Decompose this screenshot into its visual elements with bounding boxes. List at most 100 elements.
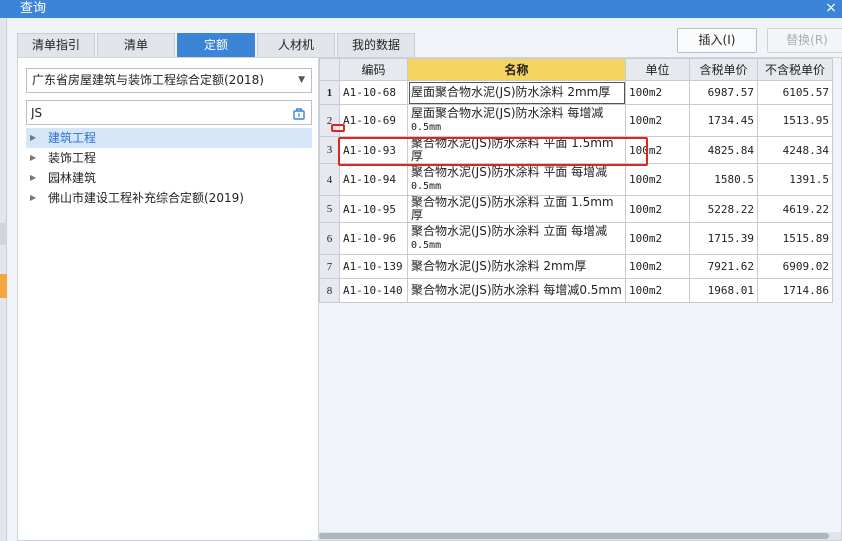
table-row[interactable]: 2 A1-10-69 屋面聚合物水泥(JS)防水涂料 每增减 0.5mm 100m… bbox=[319, 104, 833, 137]
tree-item-foshan-supplement[interactable]: ▶ 佛山市建设工程补充综合定额(2019) bbox=[26, 188, 312, 208]
cell-notax-price[interactable]: 4619.22 bbox=[757, 195, 833, 223]
cell-name[interactable]: 聚合物水泥(JS)防水涂料 立面 1.5mm厚 bbox=[407, 195, 626, 223]
cell-unit[interactable]: 100m2 bbox=[625, 80, 690, 105]
cell-code[interactable]: A1-10-68 bbox=[339, 80, 408, 105]
cell-notax-price[interactable]: 6105.57 bbox=[757, 80, 833, 105]
triangle-right-icon[interactable]: ▶ bbox=[30, 128, 36, 148]
cell-name[interactable]: 屋面聚合物水泥(JS)防水涂料 2mm厚 bbox=[407, 80, 626, 105]
cell-name-text: 聚合物水泥(JS)防水涂料 平面 每增减 bbox=[411, 165, 608, 179]
cell-unit[interactable]: 100m2 bbox=[625, 254, 690, 279]
cell-unit[interactable]: 100m2 bbox=[625, 195, 690, 223]
tree-item-label: 佛山市建设工程补充综合定额(2019) bbox=[48, 191, 244, 205]
row-number: 1 bbox=[319, 80, 340, 105]
cell-tax-price[interactable]: 1734.45 bbox=[689, 104, 758, 137]
column-header-code[interactable]: 编码 bbox=[339, 58, 408, 81]
cell-name[interactable]: 聚合物水泥(JS)防水涂料 平面 每增减 0.5mm bbox=[407, 163, 626, 196]
cell-code[interactable]: A1-10-96 bbox=[339, 222, 408, 255]
tree-item-label: 园林建筑 bbox=[48, 171, 97, 185]
background-strip-mark bbox=[0, 223, 7, 245]
column-header-name[interactable]: 名称 bbox=[407, 58, 626, 81]
cell-tax-price[interactable]: 6987.57 bbox=[689, 80, 758, 105]
cell-name[interactable]: 聚合物水泥(JS)防水涂料 每增减0.5mm bbox=[407, 278, 626, 303]
tab-bill-guide[interactable]: 清单指引 bbox=[17, 33, 95, 57]
left-pane: 广东省房屋建筑与装饰工程综合定额(2018) ▼ ▶ 建筑工程 ▶ 装 bbox=[17, 57, 319, 541]
cell-name-sub: 0.5mm bbox=[411, 240, 442, 251]
row-number-header bbox=[319, 58, 340, 81]
table-row[interactable]: 6 A1-10-96 聚合物水泥(JS)防水涂料 立面 每增减 0.5mm 100… bbox=[319, 222, 833, 255]
row-number: 7 bbox=[319, 254, 340, 279]
cell-code[interactable]: A1-10-140 bbox=[339, 278, 408, 303]
table-row[interactable]: 7 A1-10-139 聚合物水泥(JS)防水涂料 2mm厚 100m2 792… bbox=[319, 254, 833, 279]
cell-name-text: 屋面聚合物水泥(JS)防水涂料 2mm厚 bbox=[411, 85, 611, 99]
quota-library-value: 广东省房屋建筑与装饰工程综合定额(2018) bbox=[32, 73, 264, 87]
table-row[interactable]: 1 A1-10-68 屋面聚合物水泥(JS)防水涂料 2mm厚 100m2 69… bbox=[319, 80, 833, 105]
cell-name[interactable]: 屋面聚合物水泥(JS)防水涂料 每增减 0.5mm bbox=[407, 104, 626, 137]
triangle-right-icon[interactable]: ▶ bbox=[30, 148, 36, 168]
column-header-unit[interactable]: 单位 bbox=[625, 58, 690, 81]
chevron-down-icon[interactable]: ▼ bbox=[298, 69, 305, 92]
tab-quota[interactable]: 定额 bbox=[177, 33, 255, 57]
table-row[interactable]: 4 A1-10-94 聚合物水泥(JS)防水涂料 平面 每增减 0.5mm 100… bbox=[319, 163, 833, 196]
cell-notax-price[interactable]: 1515.89 bbox=[757, 222, 833, 255]
background-app-strip bbox=[0, 18, 7, 541]
cell-name-text: 聚合物水泥(JS)防水涂料 立面 1.5mm厚 bbox=[411, 195, 614, 222]
tree-item-label: 装饰工程 bbox=[48, 151, 97, 165]
background-strip-mark-active bbox=[0, 274, 7, 298]
cell-tax-price[interactable]: 7921.62 bbox=[689, 254, 758, 279]
cell-notax-price[interactable]: 4248.34 bbox=[757, 136, 833, 164]
row-number: 3 bbox=[319, 136, 340, 164]
cell-unit[interactable]: 100m2 bbox=[625, 222, 690, 255]
table-row[interactable]: 8 A1-10-140 聚合物水泥(JS)防水涂料 每增减0.5mm 100m2… bbox=[319, 278, 833, 303]
tab-my-data[interactable]: 我的数据 bbox=[337, 33, 415, 57]
annotation-highlight-box bbox=[338, 137, 648, 166]
tree-item-garden[interactable]: ▶ 园林建筑 bbox=[26, 168, 312, 188]
quota-grid-pane: 编码 名称 单位 含税单价 不含税单价 1 A1-10-68 屋面聚合物水泥(J… bbox=[318, 57, 842, 541]
cell-tax-price[interactable]: 4825.84 bbox=[689, 136, 758, 164]
triangle-right-icon[interactable]: ▶ bbox=[30, 168, 36, 188]
quota-library-select[interactable]: 广东省房屋建筑与装饰工程综合定额(2018) ▼ bbox=[26, 68, 312, 93]
scrollbar-thumb[interactable] bbox=[319, 533, 829, 539]
cell-notax-price[interactable]: 1513.95 bbox=[757, 104, 833, 137]
query-dialog: 查询 × 清单指引 清单 定额 人材机 我的数据 插入(I) 替换(R) 广东省… bbox=[0, 0, 842, 541]
tree-item-decoration[interactable]: ▶ 装饰工程 bbox=[26, 148, 312, 168]
cell-name-text: 聚合物水泥(JS)防水涂料 每增减0.5mm bbox=[411, 283, 622, 297]
cell-name-sub: 0.5mm bbox=[411, 122, 442, 133]
cell-tax-price[interactable]: 1715.39 bbox=[689, 222, 758, 255]
cell-tax-price[interactable]: 1968.01 bbox=[689, 278, 758, 303]
cell-unit[interactable]: 100m2 bbox=[625, 104, 690, 137]
annotation-mark bbox=[331, 124, 345, 132]
dialog-body: 清单指引 清单 定额 人材机 我的数据 插入(I) 替换(R) 广东省房屋建筑与… bbox=[9, 22, 842, 541]
cell-unit[interactable]: 100m2 bbox=[625, 278, 690, 303]
search-box[interactable] bbox=[26, 100, 312, 125]
replace-button[interactable]: 替换(R) bbox=[767, 28, 842, 53]
insert-button[interactable]: 插入(I) bbox=[677, 28, 757, 53]
cell-notax-price[interactable]: 1391.5 bbox=[757, 163, 833, 196]
cell-tax-price[interactable]: 5228.22 bbox=[689, 195, 758, 223]
cell-code[interactable]: A1-10-139 bbox=[339, 254, 408, 279]
tree-item-label: 建筑工程 bbox=[48, 131, 97, 145]
tree-item-building[interactable]: ▶ 建筑工程 bbox=[26, 128, 312, 148]
cell-name[interactable]: 聚合物水泥(JS)防水涂料 2mm厚 bbox=[407, 254, 626, 279]
cell-name-text: 聚合物水泥(JS)防水涂料 2mm厚 bbox=[411, 259, 587, 273]
cell-unit[interactable]: 100m2 bbox=[625, 163, 690, 196]
cell-tax-price[interactable]: 1580.5 bbox=[689, 163, 758, 196]
column-header-tax-price[interactable]: 含税单价 bbox=[689, 58, 758, 81]
cell-code[interactable]: A1-10-95 bbox=[339, 195, 408, 223]
triangle-right-icon[interactable]: ▶ bbox=[30, 188, 36, 208]
row-number: 8 bbox=[319, 278, 340, 303]
column-header-notax-price[interactable]: 不含税单价 bbox=[757, 58, 833, 81]
table-row[interactable]: 5 A1-10-95 聚合物水泥(JS)防水涂料 立面 1.5mm厚 100m2… bbox=[319, 195, 833, 223]
search-input[interactable] bbox=[31, 104, 281, 122]
cell-code[interactable]: A1-10-69 bbox=[339, 104, 408, 137]
cell-notax-price[interactable]: 6909.02 bbox=[757, 254, 833, 279]
tab-bill[interactable]: 清单 bbox=[97, 33, 175, 57]
cell-name-sub: 0.5mm bbox=[411, 181, 442, 192]
tab-labor-material-machine[interactable]: 人材机 bbox=[257, 33, 335, 57]
cell-name[interactable]: 聚合物水泥(JS)防水涂料 立面 每增减 0.5mm bbox=[407, 222, 626, 255]
close-icon[interactable]: × bbox=[820, 0, 842, 18]
search-clear-icon[interactable] bbox=[292, 106, 306, 120]
horizontal-scrollbar[interactable] bbox=[319, 532, 841, 540]
cell-code[interactable]: A1-10-94 bbox=[339, 163, 408, 196]
cell-notax-price[interactable]: 1714.86 bbox=[757, 278, 833, 303]
window-title: 查询 bbox=[20, 1, 47, 16]
